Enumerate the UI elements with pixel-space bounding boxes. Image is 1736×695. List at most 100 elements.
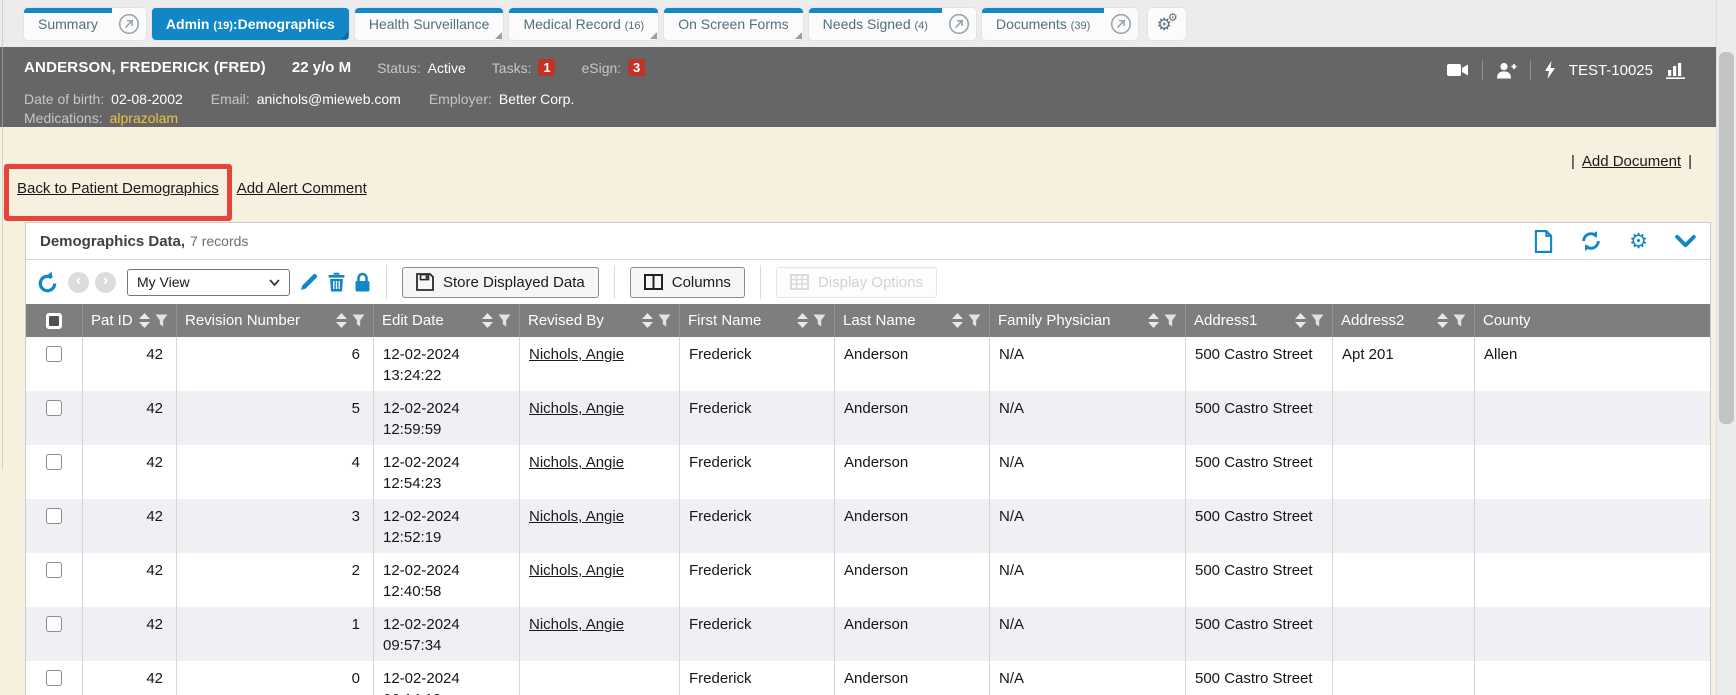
record-count: 7 records (190, 233, 248, 249)
tab-on-screen-forms[interactable]: On Screen Forms (664, 8, 802, 40)
revised-by-link[interactable]: Nichols, Angie (529, 454, 624, 471)
tab-documents-39[interactable]: Documents (39) (982, 8, 1104, 40)
sort-icon[interactable] (952, 313, 963, 328)
tab-medical-record-16[interactable]: Medical Record (16) (509, 8, 658, 40)
sort-icon[interactable] (797, 313, 808, 328)
filter-icon[interactable] (813, 314, 826, 327)
sort-icon[interactable] (139, 313, 150, 328)
revised-by-link[interactable]: Nichols, Angie (529, 616, 624, 633)
add-person-icon[interactable] (1496, 62, 1517, 79)
sort-icon[interactable] (1148, 313, 1159, 328)
column-header-pat-id[interactable]: Pat ID (82, 304, 176, 337)
flowsheet-chart-icon[interactable] (1666, 62, 1686, 79)
collapse-chevron-icon[interactable] (1675, 235, 1696, 248)
pipe: | (1688, 153, 1692, 170)
open-new-window-icon[interactable] (112, 8, 146, 40)
filter-icon[interactable] (658, 314, 671, 327)
row-checkbox[interactable] (46, 562, 62, 578)
patient-header-actions: TEST-10025 (1447, 60, 1686, 80)
filter-icon[interactable] (498, 314, 511, 327)
export-document-icon[interactable] (1534, 230, 1553, 253)
column-label: Revised By (528, 312, 637, 329)
undo-icon[interactable] (36, 271, 59, 294)
sort-icon[interactable] (1295, 313, 1306, 328)
cell-revision-number: 4 (176, 445, 373, 499)
column-header-revision-number[interactable]: Revision Number (176, 304, 373, 337)
lock-view-icon[interactable] (354, 272, 371, 292)
back-to-patient-demographics-link[interactable]: Back to Patient Demographics (17, 180, 219, 197)
column-header-edit-date[interactable]: Edit Date (373, 304, 519, 337)
row-checkbox[interactable] (46, 346, 62, 362)
previous-view-button[interactable]: ‹ (68, 272, 89, 293)
store-displayed-data-button[interactable]: Store Displayed Data (402, 267, 599, 298)
divider (1482, 60, 1483, 80)
panel-settings-gear-icon[interactable]: ⚙ (1629, 231, 1648, 252)
cell-family-physician: N/A (989, 553, 1185, 607)
sort-arrows-icon (1148, 313, 1159, 328)
revised-by-link[interactable]: Nichols, Angie (529, 562, 624, 579)
column-header-revised-by[interactable]: Revised By (519, 304, 679, 337)
dob-value: 02-08-2002 (111, 91, 183, 107)
view-select[interactable]: My View (127, 269, 290, 296)
select-all-checkbox[interactable] (46, 313, 62, 329)
cell-revised-by: Nichols, Angie (519, 553, 679, 607)
tab-admin-19-demographics[interactable]: Admin (19):Demographics (152, 8, 349, 40)
display-options-grid-icon (790, 274, 809, 290)
filter-icon[interactable] (1164, 314, 1177, 327)
sort-icon[interactable] (482, 313, 493, 328)
add-document-row: | Add Document | (1571, 153, 1692, 170)
refresh-icon[interactable] (1580, 230, 1602, 252)
view-select-value: My View (137, 274, 190, 290)
add-alert-comment-link[interactable]: Add Alert Comment (237, 180, 367, 197)
sort-icon[interactable] (336, 313, 347, 328)
display-options-label: Display Options (818, 274, 923, 291)
row-checkbox[interactable] (46, 616, 62, 632)
cell-address1: 500 Castro Street (1185, 553, 1332, 607)
cell-revision-number: 3 (176, 499, 373, 553)
open-new-window-icon[interactable] (942, 8, 976, 40)
video-call-icon[interactable] (1447, 63, 1469, 77)
esign-count-badge[interactable]: 3 (628, 59, 645, 76)
filter-icon[interactable] (352, 314, 365, 327)
row-checkbox[interactable] (46, 670, 62, 686)
row-checkbox[interactable] (46, 508, 62, 524)
table-row: 42412-02-202412:54:23Nichols, AngieFrede… (26, 445, 1710, 499)
tasks-count-badge[interactable]: 1 (538, 59, 555, 76)
filter-icon[interactable] (968, 314, 981, 327)
chart-settings-button[interactable]: ⚙⚙ (1148, 8, 1186, 40)
cell-revision-number: 6 (176, 337, 373, 391)
table-body: 42612-02-202413:24:22Nichols, AngieFrede… (26, 337, 1710, 695)
column-header-address2[interactable]: Address2 (1332, 304, 1474, 337)
edit-view-pencil-icon[interactable] (299, 272, 319, 292)
tab-health-surveillance[interactable]: Health Surveillance (355, 8, 504, 40)
columns-button[interactable]: Columns (630, 267, 745, 298)
cell-family-physician: N/A (989, 607, 1185, 661)
tab-summary[interactable]: Summary (24, 8, 112, 40)
row-checkbox[interactable] (46, 400, 62, 416)
filter-icon[interactable] (155, 314, 168, 327)
open-new-window-icon[interactable] (1104, 8, 1138, 40)
cell-first-name: Frederick (679, 445, 834, 499)
column-header-address1[interactable]: Address1 (1185, 304, 1332, 337)
delete-view-trash-icon[interactable] (328, 272, 345, 292)
sort-icon[interactable] (642, 313, 653, 328)
sort-icon[interactable] (1437, 313, 1448, 328)
tab-group-health-surveillance: Health Surveillance (355, 8, 504, 40)
revised-by-link[interactable]: Nichols, Angie (529, 346, 624, 363)
revised-by-link[interactable]: Nichols, Angie (529, 400, 624, 417)
next-view-button[interactable]: › (95, 272, 116, 293)
column-header-county[interactable]: County (1474, 304, 1710, 337)
revised-by-link[interactable]: Nichols, Angie (529, 508, 624, 525)
vertical-scrollbar[interactable] (1716, 0, 1736, 695)
scrollbar-thumb[interactable] (1719, 52, 1734, 424)
tab-needs-signed-4[interactable]: Needs Signed (4) (809, 8, 942, 40)
column-header-first-name[interactable]: First Name (679, 304, 834, 337)
filter-icon[interactable] (1311, 314, 1324, 327)
add-document-link[interactable]: Add Document (1582, 153, 1681, 170)
quick-actions-lightning-icon[interactable] (1544, 61, 1556, 79)
patient-employer: Employer: Better Corp. (429, 89, 575, 109)
column-header-last-name[interactable]: Last Name (834, 304, 989, 337)
filter-icon[interactable] (1453, 314, 1466, 327)
row-checkbox[interactable] (46, 454, 62, 470)
column-header-family-physician[interactable]: Family Physician (989, 304, 1185, 337)
